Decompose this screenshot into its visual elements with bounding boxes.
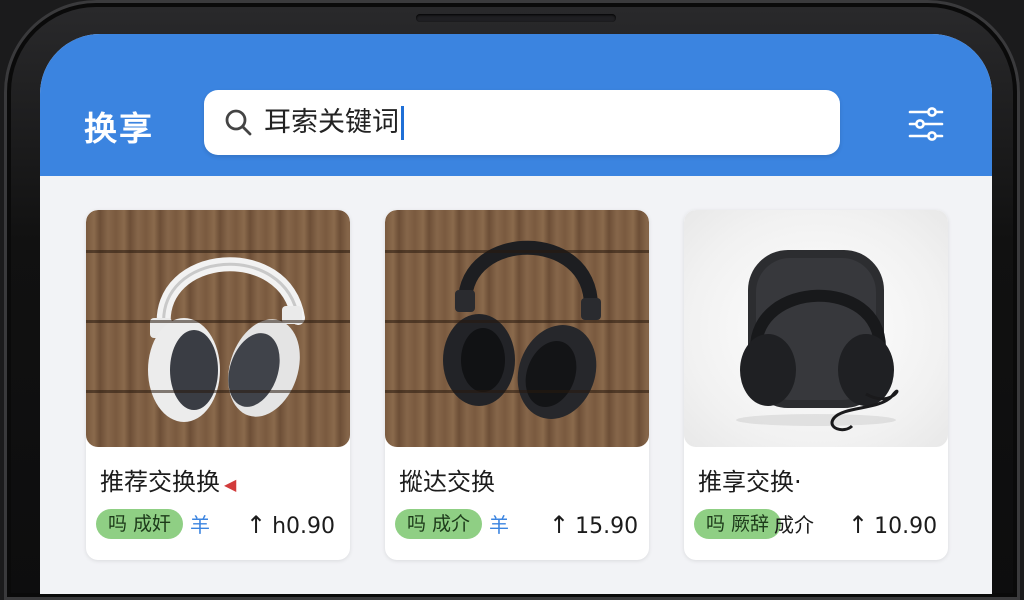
search-input[interactable]: 耳索关键词 (264, 106, 404, 140)
search-icon[interactable] (222, 106, 254, 138)
product-price: ↑ 10.90 (848, 509, 937, 543)
category-tag: 羊 (489, 513, 509, 537)
top-bar: 换享 耳索关键词 (40, 34, 992, 176)
arrow-up-icon: ↑ (848, 511, 869, 539)
arrow-up-icon: ↑ (246, 511, 267, 539)
price-value: 10.90 (874, 514, 938, 539)
search-input-value: 耳索关键词 (264, 107, 399, 138)
app-screen: 换享 耳索关键词 推荐交换换 ◀ 吗 成奸 羊 ↑ h0.90 摐达交换 吗 成… (40, 34, 992, 594)
status-badge: 吗 成奸 (96, 509, 184, 539)
product-title[interactable]: 摐达交换 (399, 462, 495, 497)
search-bar[interactable]: 耳索关键词 (204, 90, 840, 155)
price-value: h0.90 (272, 514, 336, 539)
product-title[interactable]: 推荐交换换 ◀ (100, 462, 236, 497)
category-tag: 成介 (774, 513, 814, 537)
status-badge: 吗 成介 (395, 509, 483, 539)
speaker-grille (416, 14, 616, 22)
category-tag: 羊 (190, 513, 210, 537)
title-mark-icon: ◀ (224, 475, 237, 494)
product-card[interactable]: ☐ 推享交换· 吗 厥辞 成介 ↑ 10.90 (684, 210, 948, 560)
product-grid: 推荐交换换 ◀ 吗 成奸 羊 ↑ h0.90 摐达交换 吗 成介 羊 ↑ 15.… (40, 176, 992, 594)
app-title: 换享 (84, 109, 154, 148)
product-image-black-headphones[interactable] (385, 210, 649, 447)
text-cursor (401, 106, 404, 140)
product-card[interactable]: 推荐交换换 ◀ 吗 成奸 羊 ↑ h0.90 (86, 210, 350, 560)
phone-frame: 换享 耳索关键词 推荐交换换 ◀ 吗 成奸 羊 ↑ h0.90 摐达交换 吗 成… (4, 0, 1020, 600)
product-image-headphones-with-case[interactable]: ☐ (684, 210, 948, 447)
product-price: ↑ 15.90 (549, 509, 638, 543)
status-badge: 吗 厥辞 (694, 509, 782, 539)
product-image-white-headphones[interactable] (86, 210, 350, 447)
price-value: 15.90 (575, 514, 639, 539)
headphones-illustration (443, 240, 601, 419)
headphones-illustration (148, 257, 305, 422)
product-price: ↑ h0.90 (246, 509, 335, 543)
product-card[interactable]: 摐达交换 吗 成介 羊 ↑ 15.90 (385, 210, 649, 560)
product-title[interactable]: 推享交换· (698, 462, 802, 497)
arrow-up-icon: ↑ (549, 511, 570, 539)
product-title-text: 推荐交换换 (100, 468, 220, 496)
sliders-icon[interactable] (906, 104, 946, 144)
headphones-illustration: ☐ (736, 250, 899, 432)
